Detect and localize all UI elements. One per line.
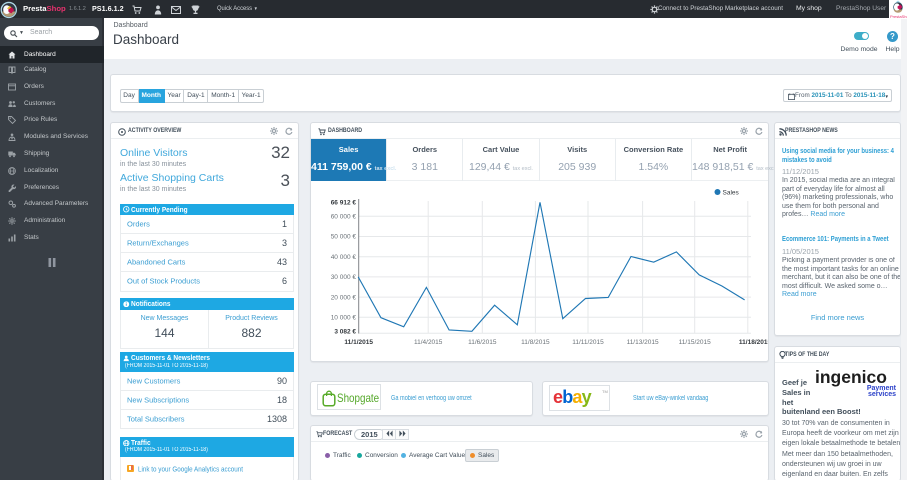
svg-text:11/13/2015: 11/13/2015 — [627, 339, 659, 346]
svg-text:11/4/2015: 11/4/2015 — [414, 339, 443, 346]
svg-text:11/11/2015: 11/11/2015 — [572, 339, 604, 346]
svg-text:3 082 €: 3 082 € — [334, 329, 356, 336]
svg-text:66 912 €: 66 912 € — [331, 200, 357, 207]
svg-text:11/1/2015: 11/1/2015 — [344, 339, 373, 346]
svg-text:11/18/2015: 11/18/2015 — [739, 339, 768, 346]
svg-text:11/15/2015: 11/15/2015 — [679, 339, 711, 346]
svg-text:40 000 €: 40 000 € — [331, 254, 357, 261]
svg-text:60 000 €: 60 000 € — [331, 214, 357, 221]
svg-text:30 000 €: 30 000 € — [331, 274, 357, 281]
svg-text:11/8/2015: 11/8/2015 — [521, 339, 550, 346]
svg-text:50 000 €: 50 000 € — [331, 234, 357, 241]
svg-text:Sales: Sales — [723, 190, 740, 197]
svg-text:20 000 €: 20 000 € — [331, 294, 357, 301]
svg-text:10 000 €: 10 000 € — [331, 315, 357, 322]
svg-text:11/6/2015: 11/6/2015 — [468, 339, 497, 346]
